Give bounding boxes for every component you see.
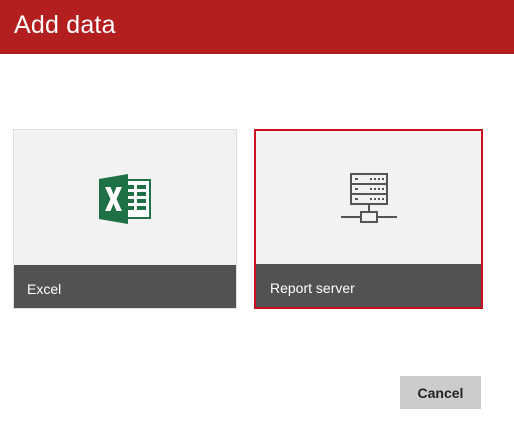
- report-server-icon: [256, 167, 481, 233]
- add-data-dialog: Add data Excel Report server Cancel: [0, 0, 514, 421]
- tile-footer: Report server: [256, 264, 481, 307]
- tile-label-excel: Excel: [27, 281, 62, 297]
- tile-excel[interactable]: Excel: [13, 129, 237, 309]
- cancel-button[interactable]: Cancel: [400, 376, 481, 409]
- dialog-header: Add data: [0, 0, 514, 54]
- tile-footer: Excel: [14, 265, 236, 308]
- tile-report-server[interactable]: Report server: [254, 129, 483, 309]
- dialog-title: Add data: [14, 11, 116, 39]
- excel-icon: [14, 166, 236, 232]
- tile-label-report-server: Report server: [270, 280, 355, 296]
